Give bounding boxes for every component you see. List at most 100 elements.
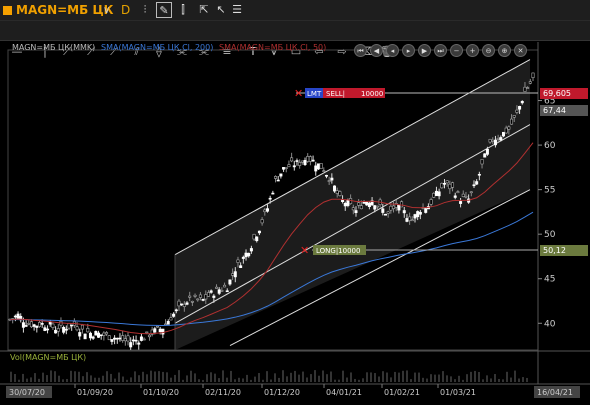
candle-body (105, 332, 109, 335)
volume-bar (478, 371, 480, 382)
volume-bar (414, 372, 416, 382)
candle-body (459, 201, 463, 204)
scroll-right-icon[interactable]: ▸ (402, 44, 415, 57)
volume-bar (494, 374, 496, 382)
sell-cancel-icon: ✕ (294, 87, 303, 100)
candle-body (206, 292, 210, 297)
candle-body (169, 317, 173, 321)
candle-body (365, 202, 369, 206)
candle-body (383, 213, 387, 216)
scroll-left-icon[interactable]: ◂ (386, 44, 399, 57)
volume-bar (22, 373, 24, 382)
volume-bar (430, 374, 432, 382)
y-tick-label: 50 (544, 230, 556, 240)
x-tick-label: 16/04/21 (537, 388, 573, 397)
volume-bar (66, 378, 68, 382)
volume-bar (70, 370, 72, 382)
zoom-in-icon[interactable]: + (466, 44, 479, 57)
candle-body (43, 327, 47, 331)
candle-body (386, 211, 390, 214)
candle-body (389, 205, 393, 211)
candle-body (290, 157, 294, 162)
candle-body (523, 86, 527, 92)
candle-body (314, 165, 318, 172)
zoom-out-icon[interactable]: − (450, 44, 463, 57)
candle-body (107, 335, 111, 341)
candle-body (153, 328, 157, 333)
candle-body (501, 131, 505, 137)
candle-body (137, 342, 141, 345)
candle-body (91, 336, 95, 339)
y-tick-label: 60 (544, 141, 556, 151)
channel-line-middle (174, 124, 531, 324)
candle-body (413, 214, 417, 219)
candle-body (279, 173, 283, 177)
y-tick-label: 45 (544, 275, 555, 285)
volume-bar (278, 377, 280, 382)
scroll-left-fast-icon[interactable]: ◀ (370, 44, 383, 57)
candle-body (51, 323, 55, 328)
candle-body (343, 203, 347, 207)
price-chart[interactable]: MAGN=МБ ЦК(MMK) SMA(MAGN=МБ ЦК.Cl, 200) SM… (0, 0, 590, 405)
volume-bar (426, 378, 428, 382)
volume-bar (502, 379, 504, 382)
candle-body (512, 115, 516, 118)
candle-body (201, 298, 205, 301)
candle-body (306, 156, 310, 162)
zoom-out-v-icon[interactable]: ⊖ (482, 44, 495, 57)
volume-bar (362, 378, 364, 382)
candle-body (319, 163, 323, 170)
candle-body (115, 337, 119, 340)
volume-bar (498, 378, 500, 382)
x-tick-label: 01/12/20 (264, 388, 300, 397)
candle-body (110, 339, 114, 342)
volume-bar (38, 378, 40, 382)
volume-bar (122, 376, 124, 382)
candle-body (54, 329, 58, 334)
candle-body (311, 159, 315, 162)
volume-bar (354, 378, 356, 382)
candle-body (298, 162, 302, 166)
candle-body (257, 230, 261, 234)
volume-bar (474, 370, 476, 382)
volume-bar (290, 372, 292, 382)
scroll-first-icon[interactable]: ⏮ (354, 44, 367, 57)
scroll-last-icon[interactable]: ⏭ (434, 44, 447, 57)
candle-body (166, 321, 170, 325)
volume-bar (314, 370, 316, 382)
zoom-in-v-icon[interactable]: ⊕ (498, 44, 511, 57)
volume-bar (366, 372, 368, 382)
candle-body (190, 300, 194, 303)
volume-bar (118, 372, 120, 382)
candle-body (357, 202, 361, 206)
volume-bar (246, 374, 248, 382)
sell-price-label: 69,605 (543, 89, 571, 98)
last-price-label: 67,44 (543, 106, 566, 115)
candle-body (177, 300, 181, 307)
scroll-right-fast-icon[interactable]: ▶ (418, 44, 431, 57)
candle-body (86, 328, 90, 333)
y-tick-label: 55 (544, 186, 555, 196)
volume-bar (34, 373, 36, 382)
candle-body (228, 279, 232, 285)
x-tick-label: 02/11/20 (205, 388, 241, 397)
candle-body (80, 324, 84, 330)
candle-body (126, 335, 130, 342)
volume-bar (218, 378, 220, 382)
candle-body (27, 323, 31, 325)
volume-bar (194, 373, 196, 382)
volume-bar (146, 374, 148, 382)
candle-body (496, 138, 500, 140)
candle-body (225, 290, 229, 293)
long-price-label: 50,12 (543, 246, 566, 255)
candle-body (351, 207, 355, 211)
volume-bar (434, 374, 436, 382)
volume-bar (526, 377, 528, 382)
candle-body (381, 208, 385, 213)
candle-body (24, 325, 28, 327)
candle-body (324, 174, 328, 177)
candle-body (13, 315, 17, 318)
volume-bar (98, 377, 100, 382)
collapse-icon[interactable]: ✕ (514, 44, 527, 57)
candle-body (531, 72, 535, 78)
